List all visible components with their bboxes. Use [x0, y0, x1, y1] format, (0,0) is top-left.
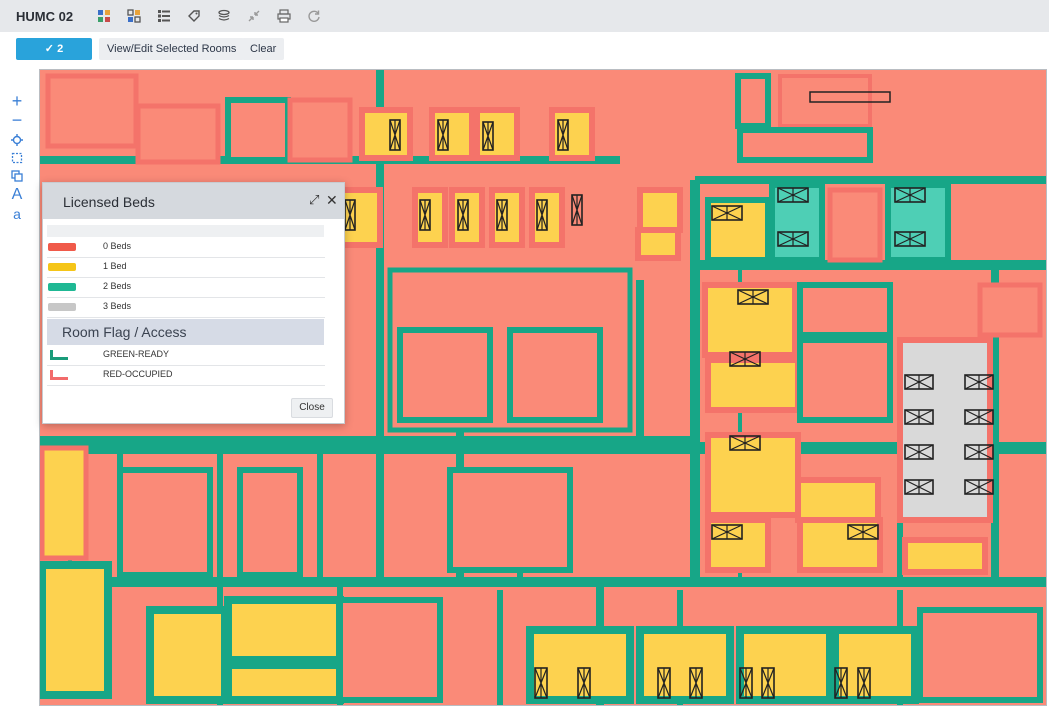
font-small-icon[interactable]: a — [9, 206, 25, 222]
room[interactable] — [977, 282, 1043, 338]
swatch-2-beds — [48, 283, 76, 291]
bed-icon — [571, 194, 583, 226]
room-three-beds[interactable] — [897, 337, 993, 523]
room-flag-section: Room Flag / Access — [47, 319, 324, 345]
room[interactable] — [737, 127, 873, 163]
room-one-bed[interactable] — [902, 537, 988, 575]
legend-label: 1 Bed — [103, 261, 127, 271]
plus-icon[interactable]: + — [9, 91, 25, 111]
swatch-1-bed — [48, 263, 76, 271]
tag-icon[interactable] — [186, 8, 202, 24]
list-icon[interactable] — [156, 8, 172, 24]
room[interactable] — [797, 337, 893, 423]
legend-close-button[interactable]: Close — [291, 398, 333, 418]
room-two-beds[interactable] — [885, 182, 951, 263]
top-toolbar: HUMC 02 — [0, 0, 1049, 33]
action-bar: ✓ 2 selected View/Edit Selected Rooms Cl… — [0, 32, 1049, 77]
room[interactable] — [447, 467, 573, 573]
legend-header: Licensed Beds ⤢ ✕ — [43, 183, 344, 219]
selected-count-button[interactable]: ✓ 2 selected — [16, 38, 92, 77]
legend-label: GREEN-READY — [103, 349, 170, 359]
room[interactable] — [397, 327, 493, 423]
room[interactable] — [507, 327, 603, 423]
room[interactable] — [117, 467, 213, 578]
room-flag-title: Room Flag / Access — [62, 324, 187, 340]
room-one-bed[interactable] — [636, 626, 734, 704]
legend-item-2-beds: 2 Beds — [47, 278, 325, 298]
room[interactable] — [287, 97, 353, 163]
legend-flag-green-ready: GREEN-READY — [47, 346, 325, 366]
room-one-bed[interactable] — [40, 561, 112, 699]
clear-button[interactable]: Clear — [242, 38, 285, 60]
room-one-bed[interactable] — [337, 187, 383, 248]
room[interactable] — [797, 282, 893, 338]
room[interactable] — [735, 73, 771, 129]
room-one-bed[interactable] — [637, 187, 683, 233]
print-icon[interactable] — [276, 8, 292, 24]
room-one-bed[interactable] — [705, 357, 801, 413]
room[interactable] — [600, 76, 690, 156]
room[interactable] — [778, 74, 872, 128]
legend-flag-red-occupied: RED-OCCUPIED — [47, 366, 325, 386]
room[interactable] — [135, 103, 221, 165]
room[interactable] — [827, 187, 883, 263]
room[interactable] — [237, 467, 303, 578]
minus-icon[interactable]: − — [9, 110, 25, 130]
room-one-bed[interactable] — [635, 227, 681, 261]
locate-icon[interactable] — [9, 132, 25, 148]
grid-alt-icon[interactable] — [126, 8, 142, 24]
swatch-3-beds — [48, 303, 76, 311]
room-one-bed[interactable] — [795, 477, 881, 523]
check-icon: ✓ — [44, 43, 58, 55]
room-one-bed[interactable] — [736, 626, 834, 704]
collapse-icon[interactable] — [246, 8, 262, 24]
app-title: HUMC 02 — [16, 9, 74, 24]
licensed-beds-legend: Licensed Beds ⤢ ✕ 0 Beds 1 Bed 2 Beds 3 … — [42, 182, 345, 424]
swatch-0-beds — [48, 243, 76, 251]
room-one-bed[interactable] — [224, 596, 344, 664]
room-one-bed[interactable] — [526, 626, 634, 704]
legend-label: RED-OCCUPIED — [103, 369, 173, 379]
legend-label: 3 Beds — [103, 301, 132, 311]
legend-item-3-beds: 3 Beds — [47, 298, 325, 318]
room-one-bed[interactable] — [146, 606, 229, 704]
font-large-icon[interactable]: A — [9, 186, 25, 203]
legend-label: 0 Beds — [103, 241, 132, 251]
view-edit-rooms-button[interactable]: View/Edit Selected Rooms — [99, 38, 245, 60]
legend-label: 2 Beds — [103, 281, 132, 291]
room[interactable] — [910, 76, 1038, 156]
room-one-bed[interactable] — [359, 107, 413, 161]
red-flag-icon — [50, 370, 68, 380]
grid-icon[interactable] — [96, 8, 112, 24]
room-one-bed[interactable] — [40, 445, 89, 561]
close-icon[interactable]: ✕ — [326, 192, 338, 209]
legend-item-0-beds: 0 Beds — [47, 238, 325, 258]
legend-item-1-bed: 1 Bed — [47, 258, 325, 278]
room-one-bed[interactable] — [705, 197, 771, 263]
room[interactable] — [337, 597, 443, 703]
room-one-bed[interactable] — [224, 661, 344, 704]
room-one-bed[interactable] — [797, 517, 883, 573]
room[interactable] — [45, 73, 139, 149]
select-area-icon[interactable] — [9, 150, 25, 166]
green-flag-icon — [50, 350, 68, 360]
legend-filter-bar — [47, 225, 324, 237]
expand-icon[interactable]: ⤢ — [309, 192, 319, 208]
room-one-bed[interactable] — [449, 187, 485, 248]
room[interactable] — [225, 97, 291, 163]
copy-icon[interactable] — [9, 168, 25, 184]
layers-icon[interactable] — [216, 8, 232, 24]
legend-title: Licensed Beds — [63, 194, 155, 210]
room[interactable] — [917, 607, 1043, 703]
refresh-icon[interactable] — [306, 8, 322, 24]
